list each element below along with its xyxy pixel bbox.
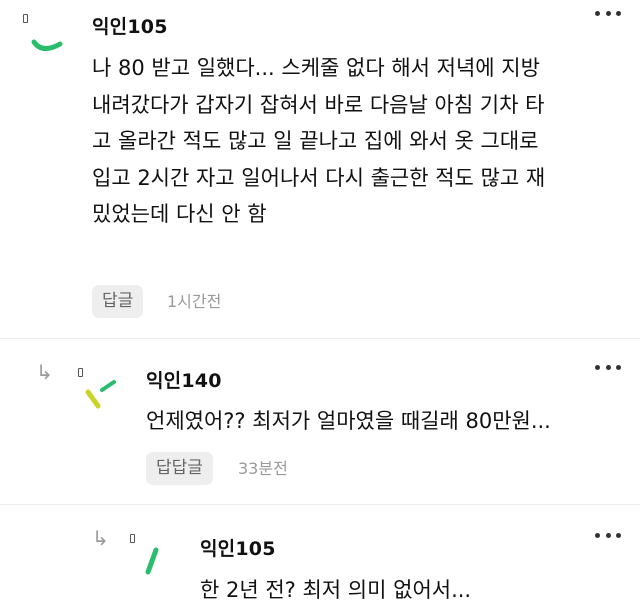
comment-line: 고 올라간 적도 많고 일 끝나고 집에 와서 옷 그대로 <box>92 129 539 153</box>
comment-line: 나 80 받고 일했다... 스케줄 없다 해서 저녁에 지방 <box>92 56 540 80</box>
timestamp: 1시간전 <box>167 292 222 311</box>
reply-button[interactable]: 답글 <box>92 285 144 318</box>
timestamp: 33분전 <box>238 459 288 478</box>
avatar-icon <box>30 22 66 58</box>
anonymous-badge-icon <box>130 534 135 543</box>
comment-author[interactable]: 익인105 <box>92 12 168 39</box>
more-dots-icon[interactable] <box>595 530 621 540</box>
anonymous-badge-icon <box>23 14 28 23</box>
comment-author[interactable]: 익인140 <box>146 366 222 393</box>
reply-comment: ↳ 익인105 한 2년 전? 최저 의미 없어서... <box>0 504 640 613</box>
comment-body: 언제였어?? 최저가 얼마였을 때길래 80만원... <box>146 409 551 433</box>
comment-body: 나 80 받고 일했다... 스케줄 없다 해서 저녁에 지방 내려갔다가 갑자… <box>92 50 545 233</box>
comment: 익인105 나 80 받고 일했다... 스케줄 없다 해서 저녁에 지방 내려… <box>0 0 640 338</box>
comment-author[interactable]: 익인105 <box>200 534 276 561</box>
reply-arrow-icon: ↳ <box>36 360 53 384</box>
reply-comment: ↳ 익인140 언제였어?? 최저가 얼마였을 때길래 80만원... 답답글 … <box>0 338 640 504</box>
comment-body: 한 2년 전? 최저 의미 없어서... <box>200 578 472 602</box>
more-dots-icon[interactable] <box>595 362 621 372</box>
anonymous-badge-icon <box>78 368 83 377</box>
comment-line: 입고 2시간 자고 일어나서 다시 출근한 적도 많고 재 <box>92 165 546 190</box>
reply-arrow-icon: ↳ <box>92 526 109 550</box>
avatar-icon <box>142 542 178 582</box>
comment-line: 밌었는데 다신 안 함 <box>92 202 267 226</box>
comment-line: 내려갔다가 갑자기 잡혀서 바로 다음날 아침 기차 타 <box>92 92 545 117</box>
more-dots-icon[interactable] <box>595 8 621 18</box>
reply-button[interactable]: 답답글 <box>146 452 213 485</box>
avatar-icon <box>84 376 124 416</box>
